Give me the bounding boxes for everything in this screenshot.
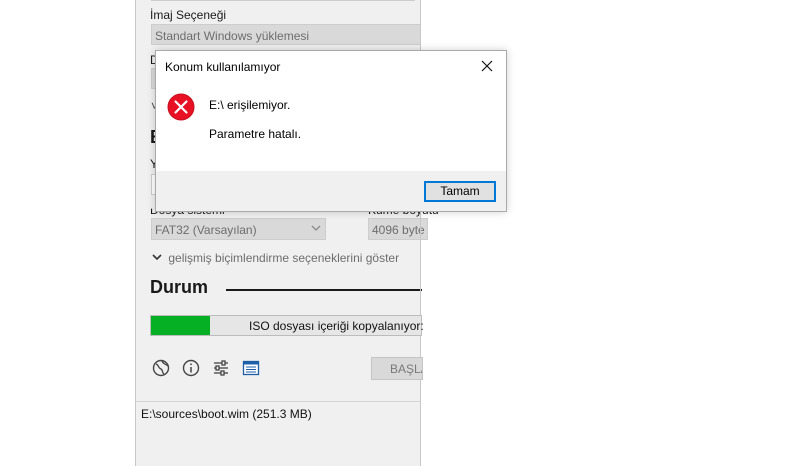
error-icon [167, 93, 195, 121]
error-dialog: Konum kullanılamıyor E:\ erişilemiyor. P… [155, 50, 507, 212]
status-heading: Durum [150, 277, 208, 297]
filesystem-select[interactable]: FAT32 (Varsayılan) [151, 218, 326, 240]
start-button[interactable]: BAŞLAT [371, 357, 423, 380]
filesystem-value: FAT32 (Varsayılan) [155, 223, 257, 237]
ok-button[interactable]: Tamam [424, 181, 496, 202]
device-field-partial[interactable] [151, 0, 415, 1]
chevron-down-icon [152, 251, 165, 265]
status-bar-text: E:\sources\boot.wim (251.3 MB) [141, 407, 312, 421]
dialog-message: E:\ erişilemiyor. [209, 98, 291, 112]
image-option-select[interactable]: Standart Windows yüklemesi [151, 24, 421, 45]
dialog-detail: Parametre hatalı. [209, 127, 302, 141]
status-bar: E:\sources\boot.wim (251.3 MB) [136, 401, 420, 425]
close-icon[interactable] [476, 55, 498, 77]
cluster-size-value: 4096 byte [372, 223, 425, 237]
advanced-format-label: gelişmiş biçimlendirme seçeneklerini gös… [168, 251, 400, 265]
info-icon[interactable] [181, 358, 201, 378]
image-option-value: Standart Windows yüklemesi [155, 29, 310, 43]
chevron-down-icon [311, 222, 321, 237]
progress-bar: ISO dosyası içeriği kopyalanıyor: [150, 315, 424, 336]
image-option-label: İmaj Seçeneği [150, 8, 227, 22]
progress-text: ISO dosyası içeriği kopyalanıyor: [249, 319, 424, 333]
cluster-size-select[interactable]: 4096 byte [368, 218, 428, 240]
dialog-title: Konum kullanılamıyor [165, 60, 281, 74]
log-icon[interactable] [241, 358, 261, 378]
globe-icon[interactable] [151, 358, 171, 378]
status-divider [226, 289, 422, 291]
advanced-format-toggle[interactable]: gelişmiş biçimlendirme seçeneklerini gös… [152, 251, 399, 265]
progress-fill [151, 316, 211, 335]
settings-sliders-icon[interactable] [211, 358, 231, 378]
